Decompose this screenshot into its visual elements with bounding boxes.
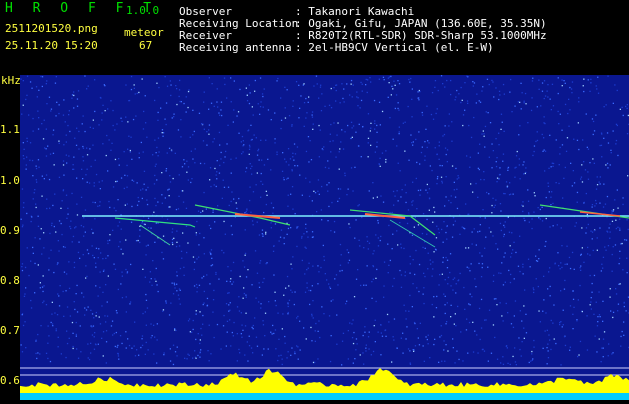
info-key-antenna: Receiving antenna (179, 41, 292, 54)
spectrogram-canvas (20, 75, 629, 400)
meteor-echo (390, 220, 435, 247)
y-tick-label: 0.8 (0, 274, 19, 287)
waterfall-spectrogram (20, 75, 629, 400)
y-tick-label: 0.7 (0, 324, 19, 337)
meteor-echo (350, 210, 435, 235)
detection-count: 67 (139, 39, 152, 52)
file-name: 2511201520.png (5, 22, 98, 35)
info-value-antenna: : 2el-HB9CV Vertical (el. E-W) (295, 41, 494, 54)
y-tick-label: 1.0 (0, 174, 19, 187)
app-version: 1.0.0 (126, 4, 159, 17)
noise-floor-band (20, 393, 629, 400)
detection-label: meteor (124, 26, 164, 39)
file-datetime: 25.11.20 15:20 (5, 39, 98, 52)
noise-pixels (20, 75, 629, 365)
y-axis-unit: kHz (1, 74, 21, 87)
y-tick-label: 0.9 (0, 224, 19, 237)
y-tick-label: 1.1 (0, 123, 19, 136)
y-tick-label: 0.6 (0, 374, 19, 387)
header-panel: H R O F F T 1.0.0 2511201520.png 25.11.2… (0, 0, 629, 75)
meteor-echo (115, 218, 195, 227)
